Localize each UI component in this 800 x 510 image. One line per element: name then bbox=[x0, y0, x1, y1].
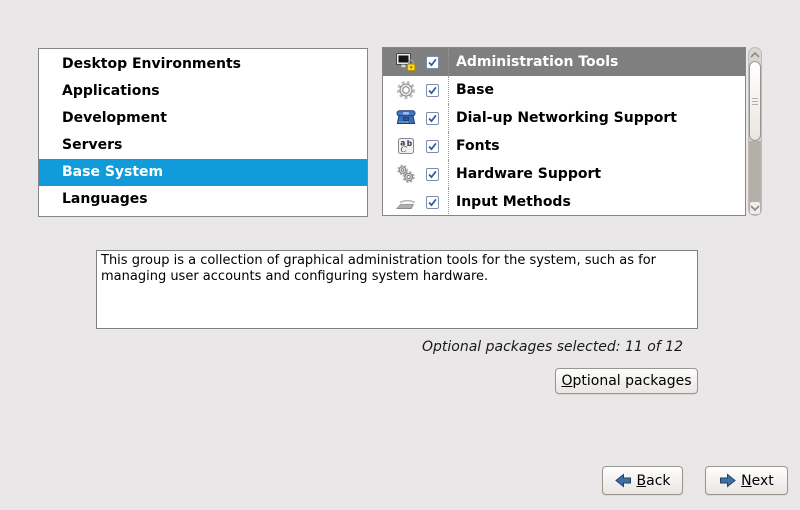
category-item-desktop-environments[interactable]: Desktop Environments bbox=[39, 51, 367, 78]
group-item-dialup-networking[interactable]: Dial-up Networking Support bbox=[383, 104, 745, 132]
group-checkbox[interactable] bbox=[426, 196, 439, 209]
group-checkbox[interactable] bbox=[426, 112, 439, 125]
arrow-right-icon bbox=[719, 473, 736, 488]
svg-text:b: b bbox=[407, 139, 413, 148]
back-button[interactable]: Back bbox=[602, 466, 683, 495]
group-list: Administration Tools Base bbox=[382, 47, 746, 216]
category-item-servers[interactable]: Servers bbox=[39, 132, 367, 159]
group-item-fonts[interactable]: a b C Fonts bbox=[383, 132, 745, 160]
button-label: B bbox=[637, 473, 647, 489]
group-description-text: This group is a collection of graphical … bbox=[96, 250, 698, 329]
group-item-input-methods[interactable]: Input Methods bbox=[383, 188, 745, 216]
svg-text:C: C bbox=[401, 145, 408, 155]
gears-icon bbox=[396, 164, 416, 184]
group-item-administration-tools[interactable]: Administration Tools bbox=[383, 48, 745, 76]
package-selection-screen: Desktop Environments Applications Develo… bbox=[0, 0, 800, 510]
group-item-label: Input Methods bbox=[448, 188, 571, 216]
group-item-hardware-support[interactable]: Hardware Support bbox=[383, 160, 745, 188]
category-item-languages[interactable]: Languages bbox=[39, 186, 367, 213]
arrow-left-icon bbox=[615, 473, 632, 488]
category-item-applications[interactable]: Applications bbox=[39, 78, 367, 105]
group-checkbox[interactable] bbox=[426, 168, 439, 181]
gear-icon bbox=[396, 80, 416, 100]
group-item-label: Hardware Support bbox=[448, 160, 601, 188]
button-label: O bbox=[561, 373, 572, 389]
scroll-down-icon[interactable] bbox=[749, 201, 761, 215]
scrollbar-track[interactable] bbox=[749, 141, 761, 203]
button-label: N bbox=[741, 473, 751, 489]
group-checkbox[interactable] bbox=[426, 84, 439, 97]
group-item-label: Administration Tools bbox=[448, 48, 618, 76]
category-list: Desktop Environments Applications Develo… bbox=[38, 48, 368, 217]
group-item-label: Fonts bbox=[448, 132, 500, 160]
telephone-icon bbox=[396, 108, 416, 128]
category-item-base-system[interactable]: Base System bbox=[39, 159, 367, 186]
group-checkbox[interactable] bbox=[426, 56, 439, 69]
group-item-label: Base bbox=[448, 76, 494, 104]
monitor-lock-icon bbox=[396, 52, 416, 72]
scrollbar-thumb[interactable] bbox=[749, 61, 761, 141]
optional-packages-status: Optional packages selected: 11 of 12 bbox=[422, 339, 683, 355]
category-item-development[interactable]: Development bbox=[39, 105, 367, 132]
optional-packages-button[interactable]: Optional packages bbox=[555, 368, 698, 394]
fonts-icon: a b C bbox=[396, 136, 416, 156]
group-item-base[interactable]: Base bbox=[383, 76, 745, 104]
scrollbar[interactable] bbox=[748, 47, 762, 216]
group-checkbox[interactable] bbox=[426, 140, 439, 153]
scroll-up-icon[interactable] bbox=[749, 48, 761, 61]
next-button[interactable]: Next bbox=[705, 466, 788, 495]
keyboard-icon bbox=[396, 192, 416, 212]
group-item-label: Dial-up Networking Support bbox=[448, 104, 677, 132]
